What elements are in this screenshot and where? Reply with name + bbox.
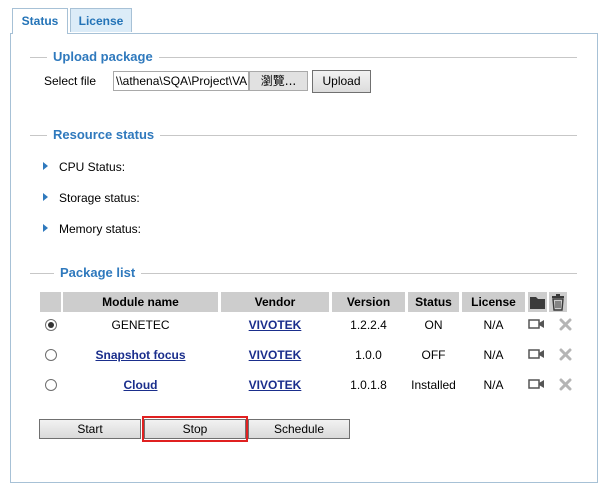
file-path-input[interactable]: \\athena\SQA\Project\VAI — [113, 71, 249, 91]
module-name-link[interactable]: Snapshot focus — [63, 347, 218, 363]
schedule-button[interactable]: Schedule — [248, 419, 350, 439]
status: Installed — [411, 378, 456, 392]
tab-status[interactable]: Status — [12, 8, 68, 34]
package-radio[interactable] — [45, 379, 57, 391]
package-section-title: Package list — [54, 265, 142, 280]
status: OFF — [421, 348, 446, 362]
bullet-icon — [43, 162, 48, 170]
resource-section-title: Resource status — [47, 127, 161, 142]
folder-icon[interactable] — [528, 292, 547, 312]
column-header-vendor: Vendor — [221, 292, 329, 312]
license: N/A — [483, 318, 504, 332]
column-header-status: Status — [408, 292, 459, 312]
camera-icon[interactable] — [528, 318, 545, 333]
column-header-module: Module name — [63, 292, 218, 312]
delete-x-icon[interactable] — [559, 348, 572, 364]
column-header-version: Version — [332, 292, 405, 312]
memory-status-label: Memory status: — [59, 222, 142, 236]
version: 1.2.2.4 — [350, 318, 387, 332]
version: 1.0.1.8 — [350, 378, 387, 392]
module-name-link[interactable]: Cloud — [63, 377, 218, 393]
vendor-link[interactable]: VIVOTEK — [221, 377, 329, 393]
package-radio[interactable] — [45, 349, 57, 361]
license: N/A — [483, 378, 504, 392]
upload-button[interactable]: Upload — [312, 70, 371, 93]
select-file-label: Select file — [44, 74, 97, 88]
start-button[interactable]: Start — [39, 419, 141, 439]
package-radio[interactable] — [45, 319, 57, 331]
browse-button[interactable]: 瀏覽... — [249, 71, 308, 91]
column-header-license: License — [462, 292, 525, 312]
version: 1.0.0 — [355, 348, 382, 362]
select-column-header — [40, 292, 61, 312]
delete-x-icon[interactable] — [559, 378, 572, 394]
delete-x-icon[interactable] — [559, 318, 572, 334]
status: ON — [424, 318, 443, 332]
trash-icon[interactable] — [549, 292, 567, 312]
camera-icon[interactable] — [528, 348, 545, 363]
license: N/A — [483, 348, 504, 362]
bullet-icon — [43, 224, 48, 232]
bullet-icon — [43, 193, 48, 201]
highlight-box — [142, 416, 248, 442]
vendor-link[interactable]: VIVOTEK — [221, 347, 329, 363]
module-name: GENETEC — [111, 318, 170, 332]
tab-license[interactable]: License — [70, 8, 132, 32]
storage-status-label: Storage status: — [59, 191, 140, 205]
camera-icon[interactable] — [528, 378, 545, 393]
vendor-link[interactable]: VIVOTEK — [221, 317, 329, 333]
main-panel — [10, 33, 598, 483]
upload-section-title: Upload package — [47, 49, 159, 64]
cpu-status-label: CPU Status: — [59, 160, 126, 174]
